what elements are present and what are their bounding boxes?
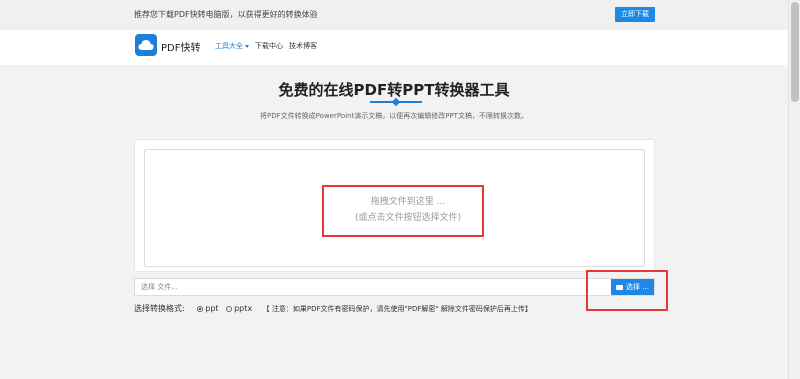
format-option-ppt[interactable]: ppt	[197, 304, 219, 313]
download-now-button[interactable]: 立即下载	[615, 7, 655, 22]
format-option-pptx[interactable]: pptx	[226, 304, 252, 313]
radio-pptx[interactable]	[226, 305, 233, 312]
promo-text: 推荐您下载PDF快转电脑版，以获得更好的转换体验	[134, 10, 318, 19]
scrollbar-thumb[interactable]	[791, 2, 799, 102]
file-name-input[interactable]	[141, 279, 541, 295]
nav-item-tech-blog[interactable]: 技术博客	[289, 41, 317, 51]
brand-name[interactable]: PDF快转	[161, 39, 200, 54]
top-promo-bar: 推荐您下载PDF快转电脑版，以获得更好的转换体验 立即下载	[0, 0, 788, 30]
password-note: 【 注意：如果PDF文件有密码保护，请先使用"PDF解密" 解除文件密码保护后再…	[262, 305, 532, 313]
page-subtitle: 将PDF文件转换成PowerPoint演示文稿，以便再次编辑修改PPT文稿，不限…	[260, 112, 528, 120]
format-option-pptx-label: pptx	[234, 304, 253, 313]
file-select-bar	[134, 278, 655, 296]
format-selection-row: 选择转换格式: ppt pptx 【 注意：如果PDF文件有密码保护，请先使用"…	[134, 303, 532, 314]
format-label: 选择转换格式:	[134, 304, 185, 313]
navbar: PDF快转 工具大全 下载中心 技术博客	[0, 30, 788, 65]
page-title: 免费的在线PDF转PPT转换器工具	[278, 81, 510, 99]
nav-item-tools-label: 工具大全	[215, 42, 243, 50]
highlight-box-drop-hint	[322, 185, 484, 237]
page-scrollbar[interactable]	[788, 0, 800, 379]
caret-down-icon	[245, 44, 249, 48]
format-option-ppt-label: ppt	[205, 304, 219, 313]
radio-ppt[interactable]	[197, 305, 204, 312]
nav-item-download-center[interactable]: 下载中心	[255, 41, 283, 51]
highlight-box-select-button	[586, 270, 668, 311]
nav-item-tools[interactable]: 工具大全	[215, 41, 249, 51]
cloud-logo-icon[interactable]	[135, 34, 157, 56]
